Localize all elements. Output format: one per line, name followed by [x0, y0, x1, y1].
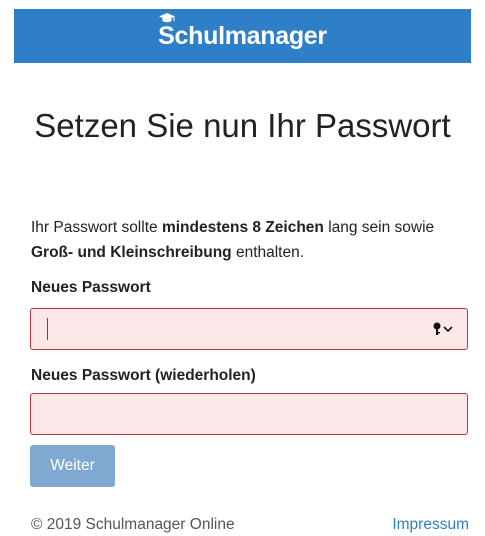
footer-copyright: © 2019 Schulmanager Online	[31, 516, 235, 533]
key-icon	[433, 322, 441, 335]
brand-first-letter: S	[158, 21, 175, 50]
intro-bold-case: Groß- und Kleinschreibung	[31, 244, 232, 261]
header-bar: S chulmanager	[14, 9, 471, 63]
intro-text-1: Ihr Passwort sollte	[31, 219, 162, 236]
intro-bold-min-length: mindestens 8 Zeichen	[161, 219, 324, 236]
brand-logo[interactable]: S chulmanager	[158, 12, 328, 51]
intro-text-2: lang sein sowie	[323, 219, 435, 236]
graduation-cap-icon	[159, 12, 176, 22]
chevron-down-icon	[443, 326, 453, 333]
password-manager-button[interactable]	[433, 322, 453, 336]
text-cursor	[47, 318, 48, 340]
password-requirements-text: Ihr Passwort sollte mindestens 8 Zeichen…	[31, 215, 461, 265]
repeat-password-field[interactable]	[30, 393, 468, 435]
new-password-field[interactable]	[30, 308, 468, 350]
page: S chulmanager Setzen Sie nun Ihr Passwor…	[0, 0, 485, 536]
brand-initial: S	[158, 12, 176, 51]
submit-button[interactable]: Weiter	[30, 445, 115, 487]
imprint-link[interactable]: Impressum	[392, 516, 469, 534]
new-password-label: Neues Passwort	[31, 279, 151, 296]
brand-name: chulmanager	[174, 21, 328, 50]
intro-text-3: enthalten.	[231, 244, 305, 261]
page-title: Setzen Sie nun Ihr Passwort	[34, 107, 451, 144]
repeat-password-label: Neues Passwort (wiederholen)	[31, 367, 256, 384]
